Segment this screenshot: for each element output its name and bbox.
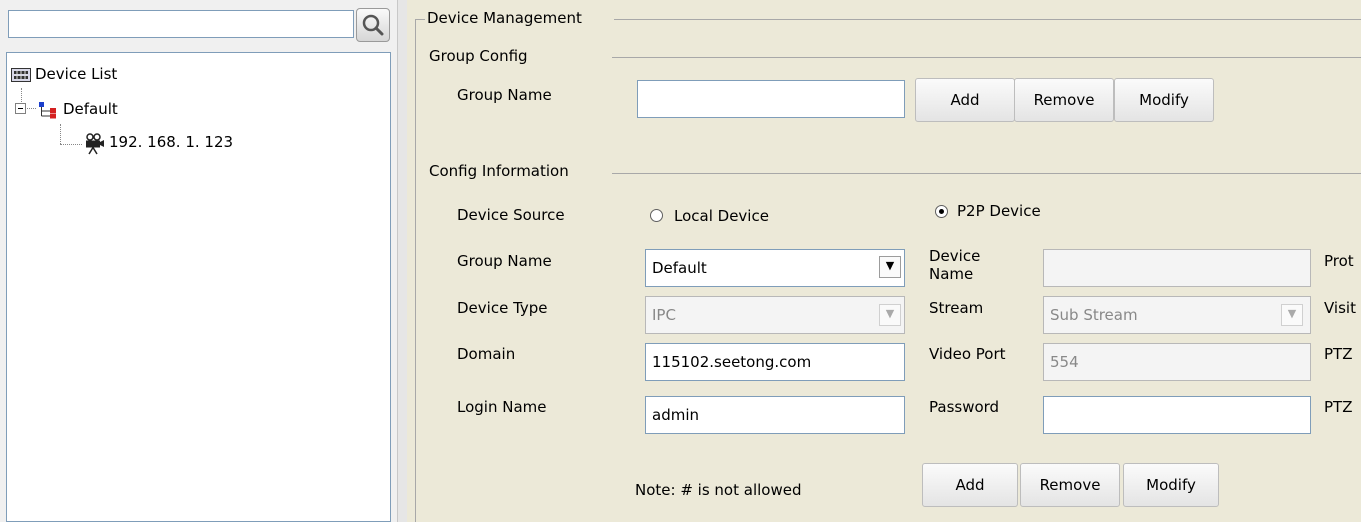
camera-icon (86, 133, 104, 155)
tree-item-label: 192. 168. 1. 123 (109, 133, 234, 151)
radio-unchecked[interactable] (650, 209, 663, 222)
chevron-down-icon[interactable]: ▼ (879, 304, 901, 326)
stream-label: Stream (929, 299, 984, 317)
group-config-title: Group Config (429, 47, 528, 65)
video-port-input[interactable]: 554 (1043, 343, 1311, 381)
group-add-button[interactable]: Add (915, 78, 1015, 122)
stream-select[interactable]: Sub Stream (1043, 296, 1311, 334)
group-name-select[interactable]: Default (645, 249, 905, 287)
config-group-name-label: Group Name (457, 252, 552, 270)
login-name-label: Login Name (457, 398, 547, 416)
group-frame-line (612, 173, 1361, 174)
clipped-label: Prot (1324, 252, 1354, 270)
note-text: Note: # is not allowed (635, 481, 802, 499)
config-modify-button[interactable]: Modify (1123, 463, 1219, 507)
clipped-label: PTZ (1324, 345, 1353, 363)
group-frame-line (415, 19, 425, 20)
video-port-label: Video Port (929, 345, 1006, 363)
device-tree: Device List Default 192. 168. 1. 123 (6, 52, 391, 522)
stream-select-value: Sub Stream (1050, 306, 1138, 324)
collapse-toggle[interactable] (15, 103, 26, 114)
group-name-label: Group Name (457, 86, 552, 104)
tree-line (60, 144, 82, 146)
group-name-input[interactable] (637, 80, 905, 118)
device-management-panel: Device Management Group Config Group Nam… (407, 0, 1361, 522)
clipped-label: Visit (1324, 299, 1356, 317)
p2p-device-label: P2P Device (957, 202, 1041, 220)
device-source-label: Device Source (457, 206, 565, 224)
search-icon (362, 14, 384, 36)
panel-splitter[interactable] (397, 0, 407, 522)
group-name-select-value: Default (652, 259, 707, 277)
search-button[interactable] (356, 8, 390, 42)
password-input[interactable] (1043, 396, 1311, 434)
group-icon (39, 102, 56, 119)
group-frame-line (614, 19, 1361, 20)
radio-checked[interactable] (935, 205, 948, 218)
device-list-icon (11, 68, 31, 82)
tree-item-label: Default (63, 100, 118, 118)
device-management-title: Device Management (427, 9, 582, 27)
device-type-select[interactable]: IPC (645, 296, 905, 334)
domain-input[interactable]: 115102.seetong.com (645, 343, 905, 381)
device-name-label: Device Name (929, 247, 981, 283)
login-name-input[interactable]: admin (645, 396, 905, 434)
chevron-down-icon[interactable]: ▼ (1281, 304, 1303, 326)
config-information-title: Config Information (429, 162, 569, 180)
config-remove-button[interactable]: Remove (1020, 463, 1120, 507)
local-device-label: Local Device (674, 207, 769, 225)
group-remove-button[interactable]: Remove (1014, 78, 1114, 122)
device-type-select-value: IPC (652, 306, 676, 324)
password-label: Password (929, 398, 1000, 416)
tree-line (60, 124, 62, 144)
search-input[interactable] (8, 10, 354, 38)
group-modify-button[interactable]: Modify (1114, 78, 1214, 122)
device-type-label: Device Type (457, 299, 548, 317)
domain-label: Domain (457, 345, 516, 363)
device-tree-panel: Device List Default 192. 168. 1. 123 (0, 0, 397, 522)
clipped-label: PTZ (1324, 398, 1353, 416)
chevron-down-icon[interactable]: ▼ (879, 256, 901, 278)
device-name-input[interactable] (1043, 249, 1311, 287)
tree-item-label: Device List (35, 65, 118, 83)
group-frame-line (612, 57, 1361, 58)
group-frame-line (415, 19, 416, 522)
config-add-button[interactable]: Add (922, 463, 1018, 507)
